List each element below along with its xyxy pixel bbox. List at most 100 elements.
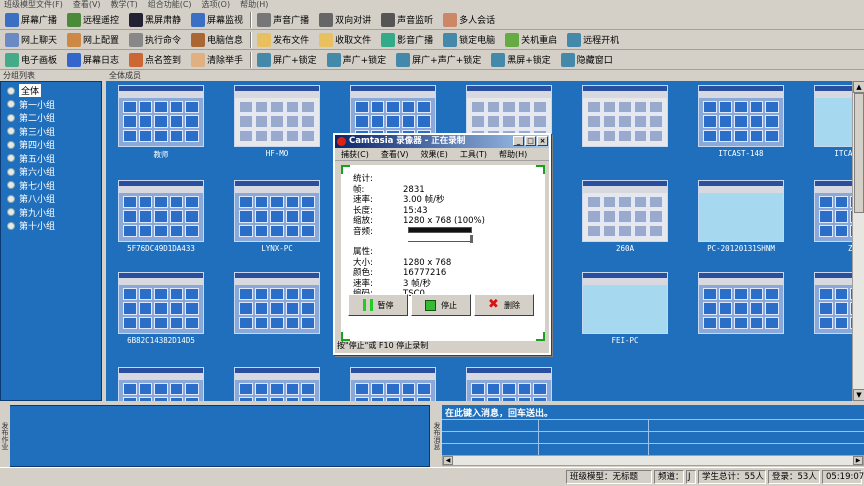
- group-item[interactable]: 全体: [7, 84, 101, 98]
- camtasia-menu-item[interactable]: 工具(T): [460, 148, 487, 160]
- member-thumbnail[interactable]: ITCAST-148: [691, 82, 791, 158]
- member-thumbnail[interactable]: [575, 82, 675, 158]
- toolbar-button-all-lock[interactable]: 屏广+声广+锁定: [393, 51, 486, 69]
- toolbar-button-roll-call[interactable]: 点名签到: [126, 51, 186, 69]
- menu-item[interactable]: 选项(O): [202, 0, 231, 10]
- audio-volume-slider[interactable]: [408, 235, 473, 243]
- toolbar-button-two-way-talk[interactable]: 双向对讲: [316, 11, 376, 29]
- toolbar-button-computer-info[interactable]: 电脑信息: [188, 31, 248, 49]
- member-thumbnail[interactable]: [227, 364, 327, 401]
- message-tab[interactable]: 发布消息: [432, 405, 442, 467]
- toolbar-button-publish-file[interactable]: 发布文件: [254, 31, 314, 49]
- toolbar-button-headset[interactable]: 声音监听: [378, 11, 438, 29]
- stop-button[interactable]: 停止: [411, 294, 471, 316]
- scroll-up-arrow[interactable]: ▲: [853, 81, 864, 93]
- camtasia-title-bar[interactable]: Camtasia 录像器 - 正在录制 _ □ ×: [335, 135, 549, 148]
- frame-corner: [536, 332, 545, 341]
- group-item[interactable]: 第五小组: [7, 152, 101, 166]
- toolbar-button-command[interactable]: 执行命令: [126, 31, 186, 49]
- message-panel[interactable]: 在此键入消息，回车送出。: [442, 405, 864, 455]
- scroll-left-arrow[interactable]: ◀: [443, 456, 453, 465]
- message-input-prompt[interactable]: 在此键入消息，回车送出。: [442, 405, 864, 419]
- member-thumbnail[interactable]: LYNX-PC: [227, 177, 327, 253]
- menu-item[interactable]: 组合功能(C): [148, 0, 192, 10]
- scroll-thumb[interactable]: [854, 93, 864, 213]
- menu-item[interactable]: 班级模型文件(F): [4, 0, 63, 10]
- preview-cell: [486, 101, 501, 114]
- homework-tab[interactable]: 发布作业: [0, 405, 10, 467]
- menu-item[interactable]: 教学(T): [111, 0, 138, 10]
- toolbar-button-black-screen[interactable]: 黑屏肃静: [126, 11, 186, 29]
- preview-toolbar: [235, 91, 319, 98]
- member-thumbnail[interactable]: 教师: [111, 82, 211, 159]
- toolbar-button-black-lock[interactable]: 黑屏+锁定: [488, 51, 556, 69]
- toolbar-button-audio-lock[interactable]: 声广+锁定: [324, 51, 392, 69]
- toolbar-button-lock-computer[interactable]: 锁定电脑: [440, 31, 500, 49]
- minimize-button[interactable]: _: [513, 136, 524, 146]
- toolbar-separator: [250, 31, 253, 48]
- close-button[interactable]: ×: [537, 136, 548, 146]
- group-item[interactable]: 第二小组: [7, 111, 101, 125]
- group-item[interactable]: 第八小组: [7, 192, 101, 206]
- toolbar-button-screen-log[interactable]: 屏幕日志: [64, 51, 124, 69]
- group-item[interactable]: 第六小组: [7, 165, 101, 179]
- camtasia-menu-item[interactable]: 帮助(H): [499, 148, 527, 160]
- maximize-button[interactable]: □: [525, 136, 536, 146]
- toolbar-button-video-broadcast[interactable]: 影音广播: [378, 31, 438, 49]
- camtasia-menu-item[interactable]: 效果(E): [421, 148, 448, 160]
- preview-cell: [417, 383, 431, 396]
- preview-cell: [618, 196, 632, 209]
- group-node-icon: [7, 100, 15, 109]
- member-thumbnail[interactable]: 5F76DC49D1DA433: [111, 177, 211, 253]
- stat-row: 大小: 1280 x 768: [353, 258, 451, 269]
- member-thumbnail[interactable]: FEI-PC: [575, 269, 675, 345]
- member-thumbnail[interactable]: PC-20120131SHNM: [691, 177, 791, 253]
- camtasia-menu-item[interactable]: 查看(V): [381, 148, 409, 160]
- homework-panel[interactable]: [0, 405, 430, 467]
- grid-vertical-scrollbar[interactable]: ▲ ▼: [852, 81, 864, 401]
- member-thumbnail[interactable]: Z-PC: [807, 177, 852, 253]
- toolbar-button-remote-control[interactable]: 远程遥控: [64, 11, 124, 29]
- member-thumbnail[interactable]: [691, 269, 791, 345]
- toolbar-button-shutdown[interactable]: 关机重启: [502, 31, 562, 49]
- toolbar-button-hide-window[interactable]: 隐藏窗口: [558, 51, 618, 69]
- toolbar-button-chat[interactable]: 网上聊天: [2, 31, 62, 49]
- toolbar-button-screen-broadcast[interactable]: 屏幕广播: [2, 11, 62, 29]
- member-thumbnail[interactable]: ITCAST-150: [807, 82, 852, 158]
- menu-item[interactable]: 查看(V): [73, 0, 101, 10]
- group-item[interactable]: 第一小组: [7, 98, 101, 112]
- toolbar-button-whiteboard[interactable]: 电子画板: [2, 51, 62, 69]
- scroll-right-arrow[interactable]: ▶: [853, 456, 863, 465]
- toolbar-button-screen-monitor[interactable]: 屏幕监视: [188, 11, 248, 29]
- preview-cell: [819, 288, 833, 301]
- toolbar-button-collect-file[interactable]: 收取文件: [316, 31, 376, 49]
- screen-preview: [698, 85, 784, 147]
- scroll-down-arrow[interactable]: ▼: [853, 389, 864, 401]
- member-thumbnail[interactable]: HF-MO: [227, 82, 327, 158]
- toolbar-button-broadcast-lock[interactable]: 屏广+锁定: [254, 51, 322, 69]
- toolbar-button-clear-hand[interactable]: 清除举手: [188, 51, 248, 69]
- member-thumbnail[interactable]: [807, 269, 852, 345]
- member-thumbnail[interactable]: [111, 364, 211, 401]
- toolbar-button-audio-broadcast[interactable]: 声音广播: [254, 11, 314, 29]
- toolbar-button-config[interactable]: 网上配置: [64, 31, 124, 49]
- pause-button[interactable]: 暂停: [348, 294, 408, 316]
- group-item[interactable]: 第七小组: [7, 179, 101, 193]
- preview-cell: [270, 115, 284, 128]
- member-thumbnail[interactable]: [343, 364, 443, 401]
- member-thumbnail[interactable]: 6B82C14382D14D5: [111, 269, 211, 345]
- member-thumbnail[interactable]: [227, 269, 327, 345]
- group-item[interactable]: 第四小组: [7, 138, 101, 152]
- group-item[interactable]: 第三小组: [7, 125, 101, 139]
- group-item[interactable]: 第九小组: [7, 206, 101, 220]
- member-thumbnail[interactable]: [459, 364, 559, 401]
- message-horizontal-scrollbar[interactable]: ◀ ▶: [442, 455, 864, 466]
- toolbar-button-remote-boot[interactable]: 远程开机: [564, 31, 624, 49]
- delete-button[interactable]: ✖ 删除: [474, 294, 534, 316]
- camtasia-menu-item[interactable]: 捕获(C): [341, 148, 369, 160]
- group-item[interactable]: 第十小组: [7, 219, 101, 233]
- member-thumbnail[interactable]: 260A: [575, 177, 675, 253]
- toolbar-button-multi-chat[interactable]: 多人会话: [440, 11, 500, 29]
- menu-item[interactable]: 帮助(H): [240, 0, 268, 10]
- preview-cell: [533, 383, 547, 396]
